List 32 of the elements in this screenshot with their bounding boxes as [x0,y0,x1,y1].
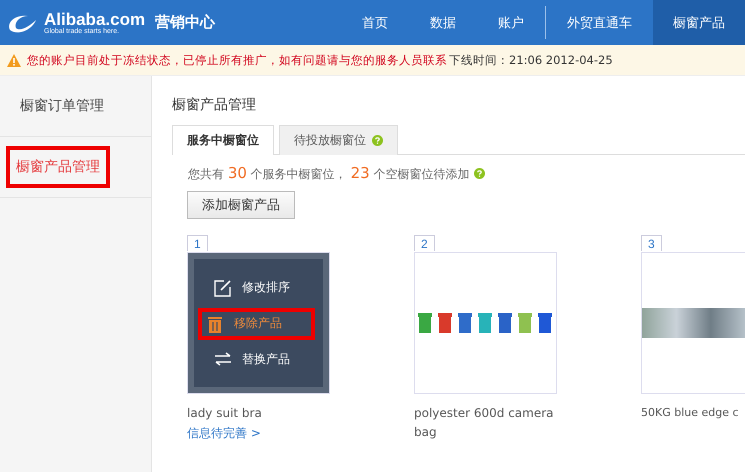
section-title: 营销中心 [155,13,216,32]
nav-tab[interactable]: 首页 [341,0,409,45]
slot-number: 2 [414,235,435,251]
tab[interactable]: 服务中橱窗位 [172,125,274,155]
sidebar-item[interactable]: 橱窗订单管理 [6,85,118,127]
overlay-menu-item[interactable]: 移除产品 [198,308,315,340]
add-product-button[interactable]: 添加橱窗产品 [187,191,295,219]
page-title: 橱窗产品管理 [172,96,257,114]
summary-text: 您共有 30 个服务中橱窗位， 23 个空橱窗位待添加 [188,164,470,183]
edit-icon [214,278,232,296]
nav-tab[interactable]: 橱窗产品 [653,0,745,45]
nav-tab[interactable]: 外贸直通车 [546,0,653,45]
logo-wordmark: Alibaba.com [44,10,146,28]
tab[interactable]: 待投放橱窗位 [279,125,398,155]
notice-message: 您的账户目前处于冻结状态，已停止所有推广，如有问题请与您的服务人员联系 [27,52,447,68]
trash-icon [206,314,224,332]
product-title: 50KG blue edge c [641,405,740,421]
offline-time: 下线时间：21:06 2012-04-25 [449,52,613,68]
nav-tab[interactable]: 数据 [409,0,477,45]
swap-arrows-icon [214,352,232,366]
overlay-menu-item[interactable]: 修改排序 [198,272,315,304]
help-icon[interactable] [474,168,486,179]
help-icon[interactable] [372,135,383,146]
complete-info-link[interactable]: 信息待完善 > [187,425,330,442]
product-title: lady suit bra [187,405,263,422]
overlay-menu-item[interactable]: 替换产品 [198,344,315,374]
slot-number: 3 [641,235,662,251]
slot-number: 1 [187,235,208,251]
sidebar-item[interactable]: 橱窗产品管理 [6,146,110,188]
product-title: polyester 600d camera bag [414,405,555,442]
nav-tab[interactable]: 账户 [477,0,545,45]
warning-icon [7,54,21,66]
